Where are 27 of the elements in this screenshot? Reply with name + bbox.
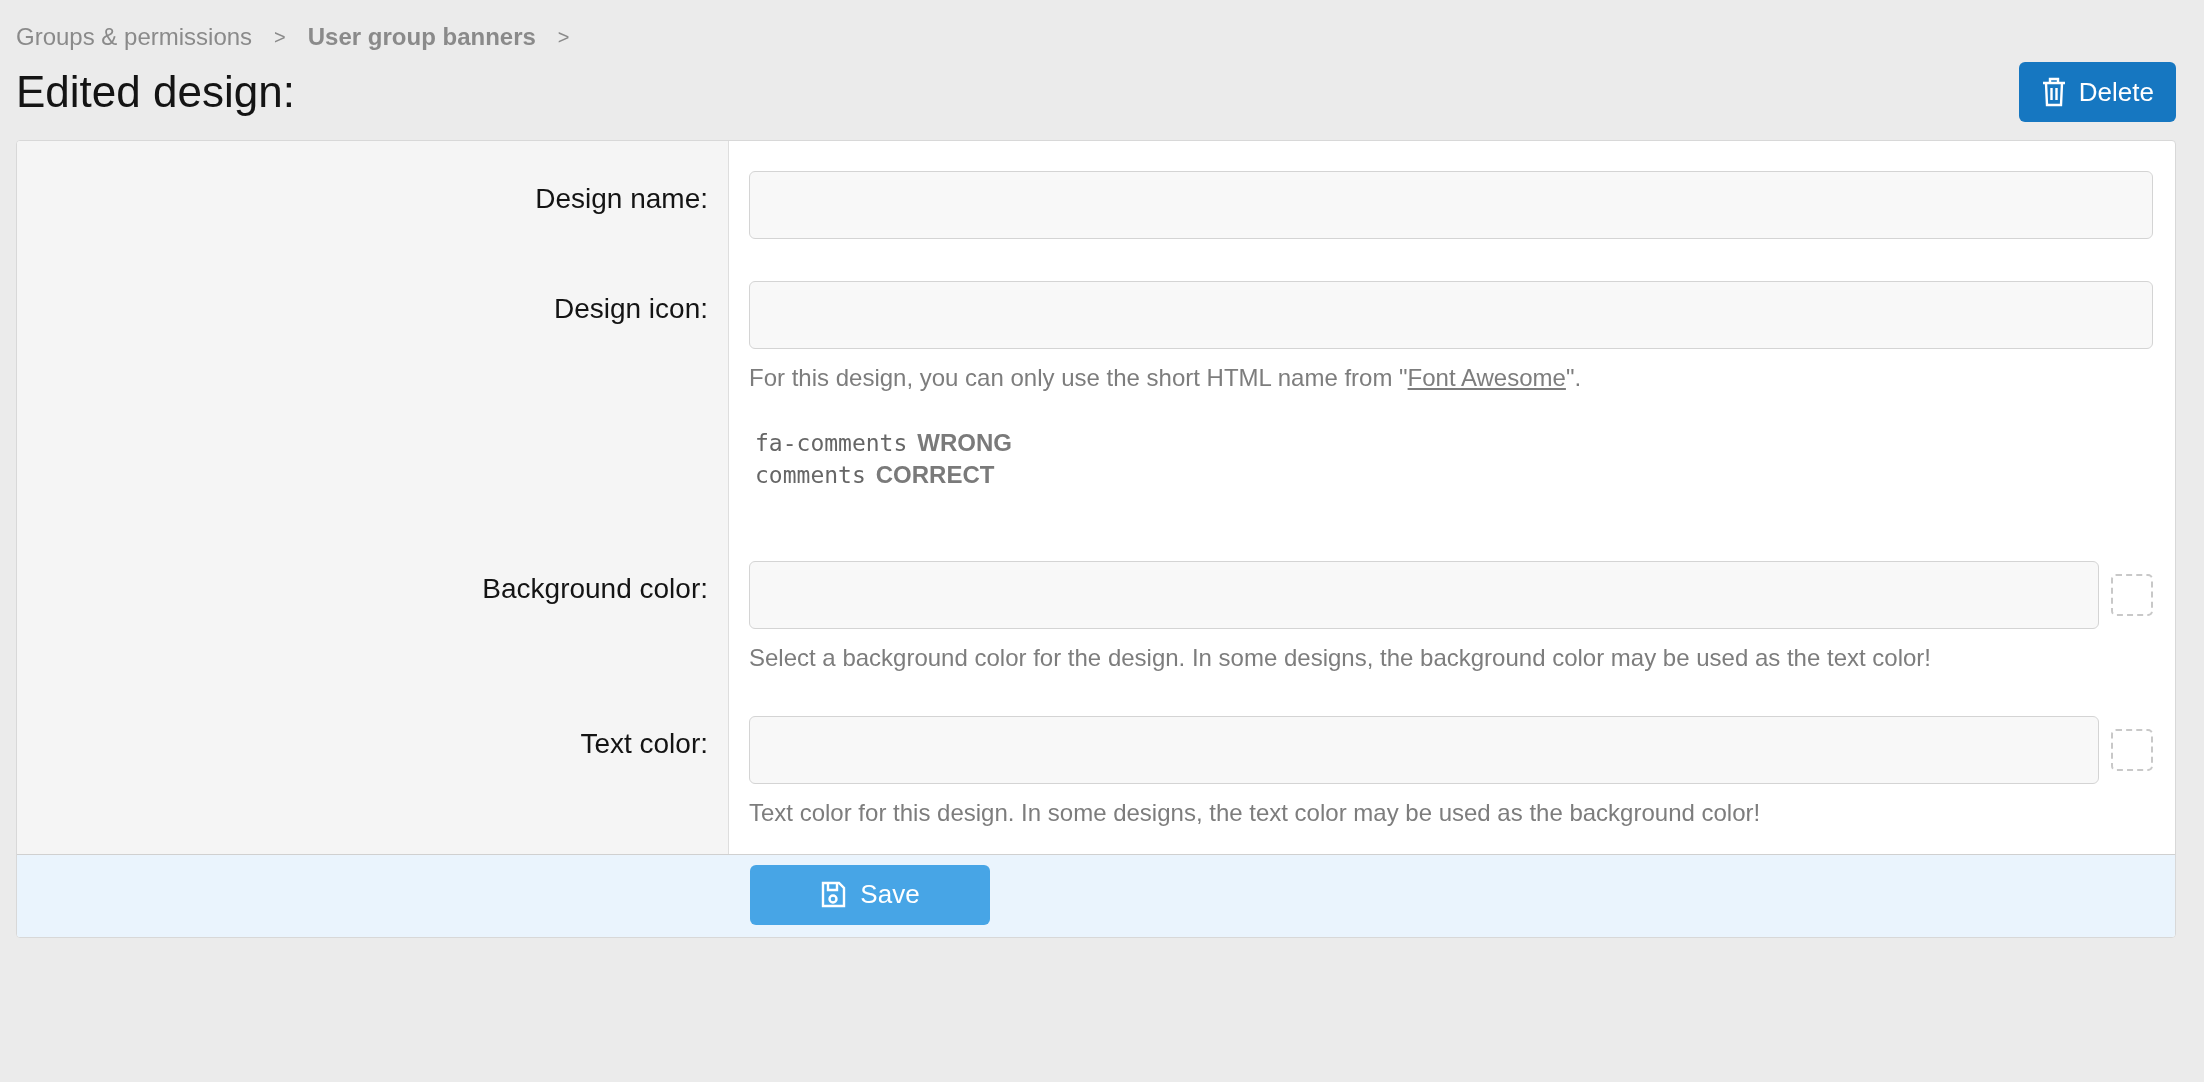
delete-button[interactable]: Delete: [2018, 62, 2176, 122]
field-hint: Select a background color for the design. In some designs, the background color may be used as the text color!: [749, 642, 1932, 673]
field-hint: Text color for this design. In some designs, the text color may be used as the background color!: [749, 798, 1762, 829]
input-field[interactable]: [749, 171, 2153, 239]
breadcrumb-link[interactable]: User group banners: [307, 23, 536, 51]
code-example: fa-comments: [755, 429, 908, 456]
field-label: Design name:: [535, 183, 708, 214]
field-label: Design icon:: [553, 293, 708, 324]
field-hint: For this design, you can only use the short HTML name from "Font Awesome".: [749, 363, 1583, 393]
font-awesome-link[interactable]: Font Awesome: [1407, 364, 1566, 391]
example-verdict: CORRECT: [875, 460, 995, 489]
floppy-disk-icon: [820, 880, 847, 909]
breadcrumb-separator: >: [557, 25, 570, 49]
field-label: Background color:: [482, 572, 708, 604]
save-button[interactable]: Save: [750, 864, 990, 925]
input-field[interactable]: [749, 716, 2099, 785]
trash-icon: [2040, 76, 2067, 108]
color-swatch[interactable]: [2111, 573, 2153, 616]
code-example: comments: [755, 461, 866, 488]
input-field[interactable]: [749, 281, 2153, 349]
field-label: Text color:: [580, 728, 708, 760]
input-field[interactable]: [749, 560, 2099, 629]
page-title: Edited design:: [16, 67, 295, 117]
breadcrumb-separator: >: [274, 25, 286, 49]
breadcrumb-link[interactable]: Groups & permissions: [16, 23, 253, 51]
color-swatch[interactable]: [2111, 729, 2153, 772]
example-verdict: WRONG: [917, 428, 1012, 457]
